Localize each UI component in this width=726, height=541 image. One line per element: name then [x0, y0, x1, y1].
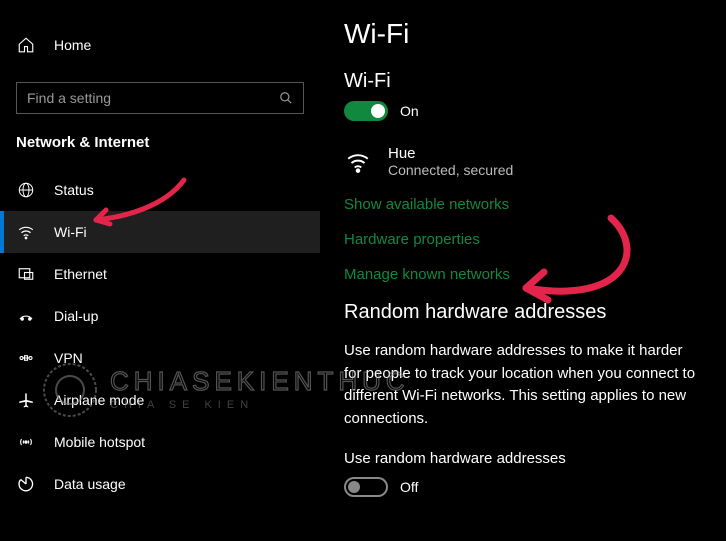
connected-network[interactable]: Hue Connected, secured [344, 145, 702, 178]
search-input-wrap[interactable] [16, 82, 304, 114]
sidebar-item-label: Status [54, 182, 94, 198]
sidebar-item-airplane[interactable]: Airplane mode [0, 379, 320, 421]
wifi-toggle-state: On [400, 103, 419, 119]
dialup-icon [16, 307, 36, 325]
wifi-toggle-row: On [344, 101, 702, 121]
vpn-icon [16, 349, 36, 367]
sidebar-item-label: Airplane mode [54, 392, 144, 408]
search-icon [279, 91, 293, 105]
wifi-heading: Wi-Fi [344, 70, 702, 93]
random-addresses-label: Use random hardware addresses [344, 450, 702, 467]
sidebar-item-wifi[interactable]: Wi-Fi [0, 211, 320, 253]
home-icon [16, 36, 36, 54]
wifi-icon [16, 223, 36, 241]
data-usage-icon [16, 475, 36, 493]
wifi-signal-icon [344, 149, 372, 175]
globe-icon [16, 181, 36, 199]
sidebar-item-label: Data usage [54, 476, 126, 492]
network-status: Connected, secured [388, 162, 513, 178]
sidebar-item-hotspot[interactable]: Mobile hotspot [0, 421, 320, 463]
home-nav[interactable]: Home [0, 28, 320, 62]
hardware-properties-link[interactable]: Hardware properties [344, 231, 702, 248]
wifi-toggle[interactable] [344, 101, 388, 121]
sidebar-item-vpn[interactable]: VPN [0, 337, 320, 379]
manage-known-networks-link[interactable]: Manage known networks [344, 266, 702, 283]
settings-sidebar: Home Network & Internet Status Wi-Fi Eth… [0, 0, 320, 541]
hotspot-icon [16, 433, 36, 451]
show-available-networks-link[interactable]: Show available networks [344, 196, 702, 213]
sidebar-item-status[interactable]: Status [0, 169, 320, 211]
main-content: Wi-Fi Wi-Fi On Hue Connected, secured Sh… [320, 0, 726, 541]
ethernet-icon [16, 265, 36, 283]
random-toggle-row: Off [344, 477, 702, 497]
sidebar-item-ethernet[interactable]: Ethernet [0, 253, 320, 295]
search-input[interactable] [27, 90, 279, 106]
random-toggle-state: Off [400, 479, 418, 495]
sidebar-item-label: Wi-Fi [54, 224, 87, 240]
sidebar-item-dialup[interactable]: Dial-up [0, 295, 320, 337]
sidebar-item-label: VPN [54, 350, 83, 366]
airplane-icon [16, 391, 36, 409]
page-title: Wi-Fi [344, 18, 702, 50]
sidebar-item-label: Mobile hotspot [54, 434, 145, 450]
sidebar-item-label: Ethernet [54, 266, 107, 282]
home-label: Home [54, 37, 91, 53]
network-name: Hue [388, 145, 513, 162]
random-addresses-toggle[interactable] [344, 477, 388, 497]
sidebar-item-datausage[interactable]: Data usage [0, 463, 320, 505]
section-title: Network & Internet [0, 134, 320, 169]
sidebar-item-label: Dial-up [54, 308, 98, 324]
random-addresses-description: Use random hardware addresses to make it… [344, 340, 702, 430]
random-addresses-heading: Random hardware addresses [344, 301, 702, 324]
